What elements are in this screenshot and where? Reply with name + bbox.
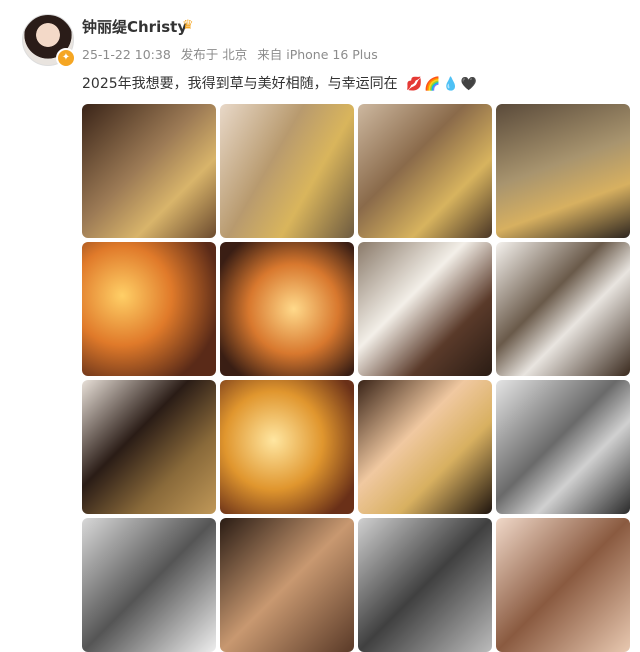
- photo-thumbnail[interactable]: [358, 104, 492, 238]
- crown-icon: ♛: [182, 18, 194, 33]
- photo-thumbnail[interactable]: [82, 380, 216, 514]
- photo-grid: [82, 104, 630, 652]
- post-meta: 25-1-22 10:38 发布于 北京 来自 iPhone 16 Plus: [82, 44, 384, 63]
- photo-thumbnail[interactable]: [82, 518, 216, 652]
- photo-thumbnail[interactable]: [496, 242, 630, 376]
- photo-thumbnail[interactable]: [82, 104, 216, 238]
- photo-thumbnail[interactable]: [220, 518, 354, 652]
- photo-thumbnail[interactable]: [220, 380, 354, 514]
- post-text: 2025年我想要，我得到草与美好相随，与幸运同在 💋🌈💧🖤: [82, 73, 479, 93]
- post-date: 25-1-22 10:38: [82, 47, 171, 62]
- post-source[interactable]: 来自 iPhone 16 Plus: [257, 47, 377, 62]
- photo-thumbnail[interactable]: [220, 104, 354, 238]
- photo-thumbnail[interactable]: [82, 242, 216, 376]
- photo-thumbnail[interactable]: [358, 518, 492, 652]
- photo-thumbnail[interactable]: [358, 380, 492, 514]
- post-body: 2025年我想要，我得到草与美好相随，与幸运同在: [82, 76, 398, 92]
- emoji-sequence: 💋🌈💧🖤: [406, 77, 479, 92]
- photo-thumbnail[interactable]: [496, 518, 630, 652]
- post-location: 发布于 北京: [180, 47, 248, 62]
- photo-thumbnail[interactable]: [358, 242, 492, 376]
- photo-thumbnail[interactable]: [220, 242, 354, 376]
- vip-badge-icon: ✦: [56, 48, 76, 68]
- photo-thumbnail[interactable]: [496, 380, 630, 514]
- author-name[interactable]: 钟丽缇Christy: [82, 16, 187, 37]
- photo-thumbnail[interactable]: [496, 104, 630, 238]
